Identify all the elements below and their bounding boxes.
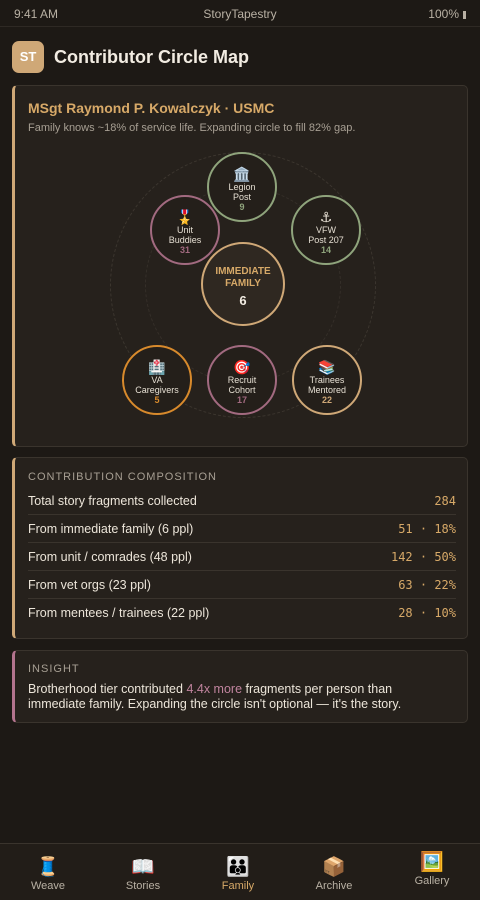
row-value: 142 · 50% xyxy=(390,550,456,564)
thread-icon: 🧵 xyxy=(36,857,60,878)
composition-card: CONTRIBUTION COMPOSITION Total story fra… xyxy=(12,457,468,639)
app-logo[interactable]: ST xyxy=(12,41,44,73)
composition-row: From mentees / trainees (22 ppl) 28 · 10… xyxy=(28,599,456,627)
box-icon: 📦 xyxy=(322,857,346,878)
medal-icon: 🎖️ xyxy=(176,209,194,225)
page-header: ST Contributor Circle Map xyxy=(12,41,468,73)
insight-card: INSIGHT Brotherhood tier contributed 4.4… xyxy=(12,650,468,723)
tab-family[interactable]: 👪 Family xyxy=(190,844,286,900)
insight-text: Brotherhood tier contributed 4.4x more f… xyxy=(28,682,448,712)
anchor-icon: ⚓ xyxy=(319,209,333,225)
status-bar: 9:41 AM StoryTapestry 100% xyxy=(0,0,480,27)
row-label: From vet orgs (23 ppl) xyxy=(28,578,151,592)
node-label: Legion xyxy=(228,182,256,192)
tab-stories[interactable]: 📖 Stories xyxy=(95,844,191,900)
tab-gallery[interactable]: 🖼️ Gallery xyxy=(384,844,480,900)
node-label: Post xyxy=(232,192,251,202)
tab-label: Stories xyxy=(125,880,161,892)
node-label: Recruit xyxy=(227,375,257,385)
composition-row: From vet orgs (23 ppl) 63 · 22% xyxy=(28,571,456,599)
node-count: 14 xyxy=(320,245,331,255)
row-value: 51 · 18% xyxy=(398,522,456,536)
hospital-icon: 🏥 xyxy=(148,359,166,375)
battery-level: 100% xyxy=(428,7,459,21)
node-label: Mentored xyxy=(307,385,347,395)
node-label: Trainees xyxy=(309,375,345,385)
row-label: From unit / comrades (48 ppl) xyxy=(28,550,192,564)
composition-row: Total story fragments collected 284 xyxy=(28,487,456,515)
books-icon: 📚 xyxy=(318,359,336,375)
insight-highlight: 4.4x more xyxy=(186,682,243,696)
page-title: Contributor Circle Map xyxy=(54,47,250,67)
node-count: 9 xyxy=(239,202,245,212)
node-label: Cohort xyxy=(228,385,256,395)
status-app-name: StoryTapestry xyxy=(203,7,277,21)
row-value: 28 · 10% xyxy=(398,606,456,620)
node-unit-buddies[interactable]: 🎖️ Unit Buddies 31 xyxy=(150,195,220,265)
node-immediate-family[interactable]: IMMEDIATE FAMILY 6 xyxy=(201,242,285,326)
row-label: Total story fragments collected xyxy=(28,494,197,508)
node-count: 31 xyxy=(179,245,190,255)
family-icon: 👪 xyxy=(226,857,250,878)
row-value: 284 xyxy=(434,494,456,508)
tab-label: Gallery xyxy=(414,875,450,887)
composition-row: From immediate family (6 ppl) 51 · 18% xyxy=(28,515,456,543)
battery-indicator: 100% xyxy=(428,7,466,21)
tab-archive[interactable]: 📦 Archive xyxy=(286,844,382,900)
node-recruit-cohort[interactable]: 🎯 Recruit Cohort 17 xyxy=(207,345,277,415)
node-trainees-mentored[interactable]: 📚 Trainees Mentored 22 xyxy=(292,345,362,415)
node-va-caregivers[interactable]: 🏥 VA Caregivers 5 xyxy=(122,345,192,415)
node-label: Post 207 xyxy=(308,235,344,245)
battery-icon xyxy=(463,11,466,19)
node-label: Caregivers xyxy=(135,385,179,395)
tab-label: Archive xyxy=(315,880,353,892)
center-label: FAMILY xyxy=(225,278,261,289)
tab-weave[interactable]: 🧵 Weave xyxy=(0,844,96,900)
tab-bar: 🧵 Weave 📖 Stories 👪 Family 📦 Archive 🖼️ … xyxy=(0,843,480,900)
center-count: 6 xyxy=(239,293,247,308)
node-count: 17 xyxy=(236,395,247,405)
node-count: 5 xyxy=(154,395,160,405)
row-label: From immediate family (6 ppl) xyxy=(28,522,194,536)
insight-title: INSIGHT xyxy=(28,663,80,675)
picture-icon: 🖼️ xyxy=(420,852,444,873)
node-label: VA xyxy=(151,375,163,385)
circle-map: 🏛️ Legion Post 9 ⚓ VFW Post 207 14 🎖️ Un… xyxy=(15,86,468,446)
node-count: 22 xyxy=(321,395,332,405)
node-vfw-post[interactable]: ⚓ VFW Post 207 14 xyxy=(291,195,361,265)
node-label: Unit xyxy=(176,225,193,235)
node-label: VFW xyxy=(316,225,336,235)
center-label: IMMEDIATE xyxy=(215,266,271,277)
contributor-map-card: MSgt Raymond P. Kowalczyk · USMC Family … xyxy=(12,85,468,447)
building-icon: 🏛️ xyxy=(233,166,251,182)
target-icon: 🎯 xyxy=(233,359,251,375)
tab-label: Weave xyxy=(30,880,66,892)
row-value: 63 · 22% xyxy=(398,578,456,592)
composition-row: From unit / comrades (48 ppl) 142 · 50% xyxy=(28,543,456,571)
tab-label: Family xyxy=(221,880,255,892)
composition-title: CONTRIBUTION COMPOSITION xyxy=(28,471,217,483)
node-label: Buddies xyxy=(168,235,202,245)
book-icon: 📖 xyxy=(131,857,155,878)
row-label: From mentees / trainees (22 ppl) xyxy=(28,606,210,620)
insight-text-start: Brotherhood tier contributed xyxy=(28,682,187,696)
